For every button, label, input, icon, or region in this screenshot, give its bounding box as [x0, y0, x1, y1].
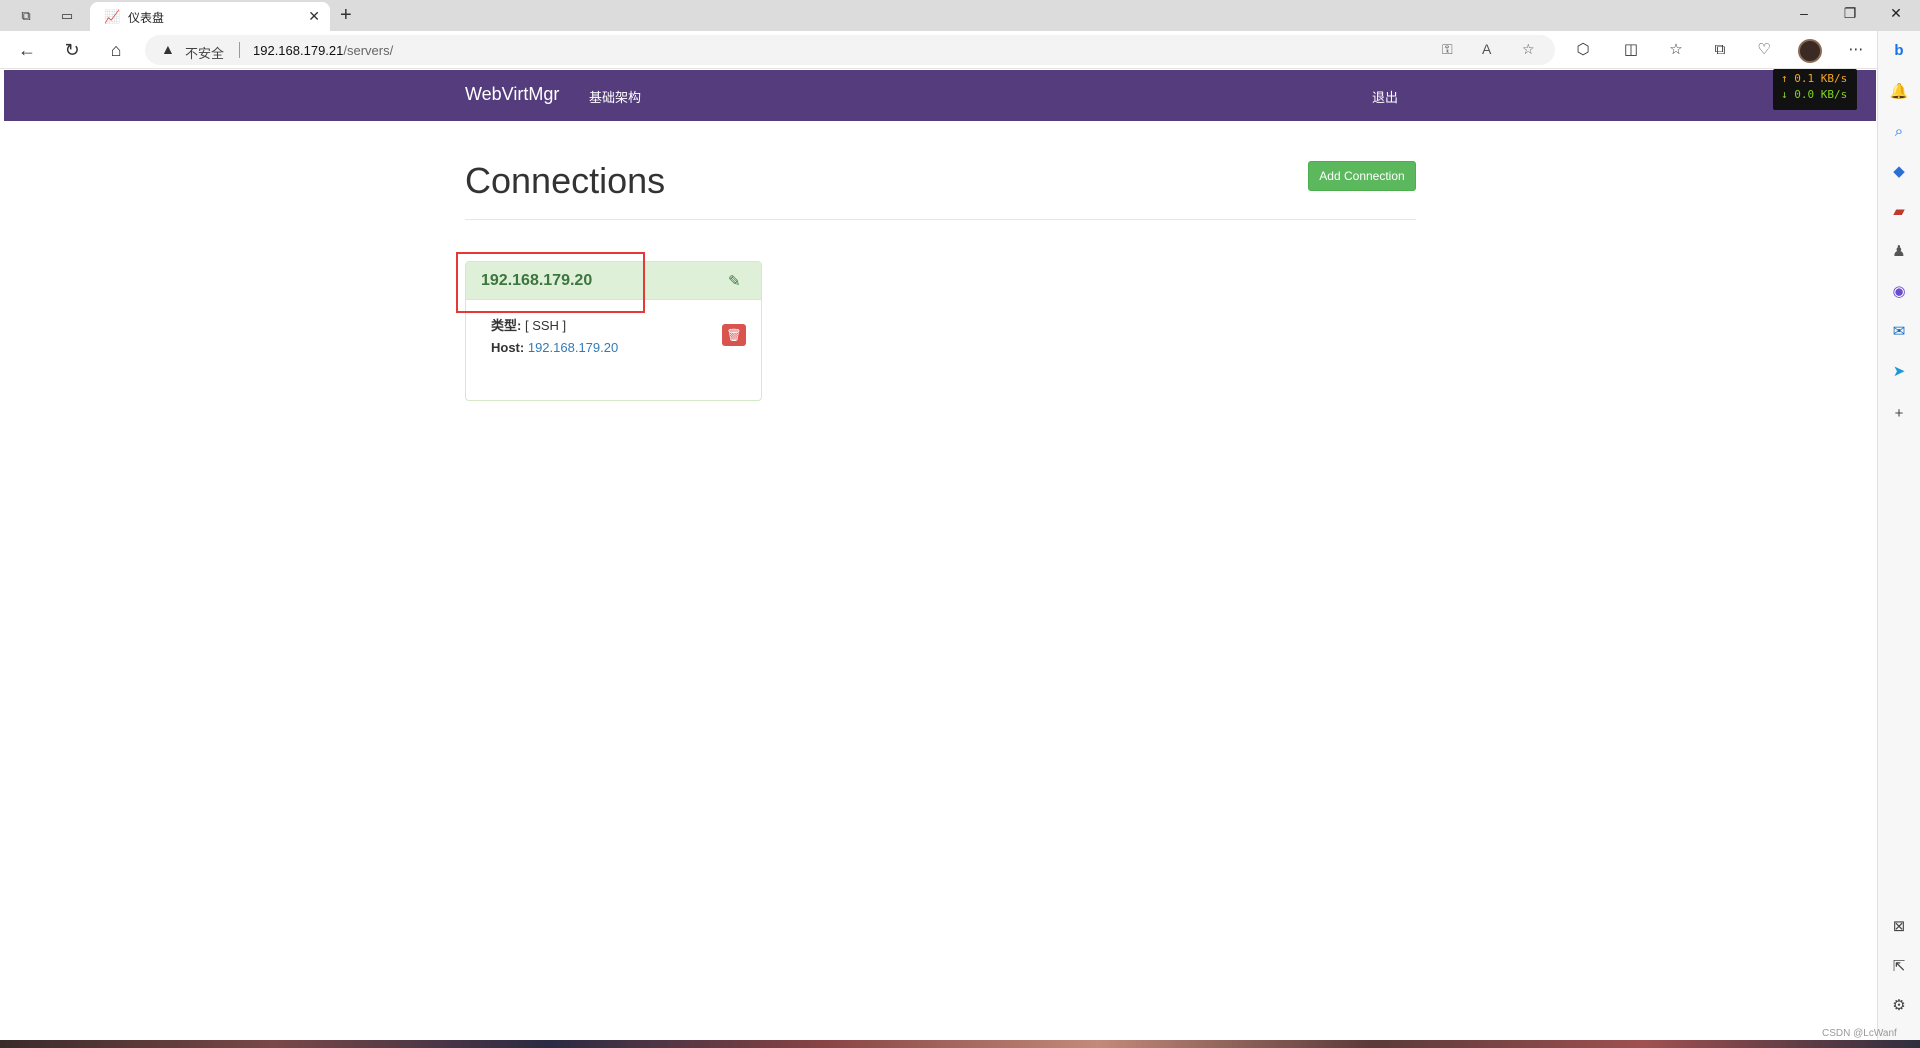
- browser-tab[interactable]: 📈 仪表盘 ✕: [90, 2, 330, 31]
- url-text[interactable]: 192.168.179.21/servers/: [253, 43, 393, 58]
- brand-link[interactable]: WebVirtMgr: [465, 84, 559, 105]
- web-page: WebVirtMgr 基础架构 退出 Connections Add Conne…: [4, 70, 1876, 1038]
- key-icon[interactable]: ⚿: [1442, 41, 1453, 58]
- send-icon[interactable]: ➤: [1888, 361, 1910, 383]
- games-icon[interactable]: ♟: [1888, 241, 1910, 263]
- network-speed-widget: ↑ 0.1 KB/s ↓ 0.0 KB/s: [1773, 69, 1857, 110]
- header-divider: [465, 219, 1416, 220]
- close-window-icon[interactable]: ✕: [1881, 5, 1911, 22]
- add-sidebar-app-icon[interactable]: +: [1888, 403, 1910, 425]
- edit-pencil-icon[interactable]: ✎: [728, 272, 748, 290]
- connection-type-row: 类型: [ SSH ]: [491, 315, 566, 334]
- extensions-icon[interactable]: ⬡: [1572, 40, 1594, 62]
- top-navbar: WebVirtMgr 基础架构 退出: [4, 70, 1876, 121]
- host-link[interactable]: 192.168.179.20: [528, 340, 618, 355]
- workspaces-icon[interactable]: ⧉: [17, 7, 35, 25]
- logout-link[interactable]: 退出: [1372, 87, 1398, 106]
- address-bar[interactable]: ▲ 不安全 192.168.179.21/servers/ ⚿ A ☆: [145, 35, 1555, 65]
- more-options-icon[interactable]: ⋯: [1845, 40, 1867, 62]
- tab-title: 仪表盘: [128, 11, 165, 25]
- notifications-icon[interactable]: 🔔: [1888, 81, 1910, 103]
- microsoft365-icon[interactable]: ◉: [1888, 281, 1910, 303]
- favorite-star-icon[interactable]: ☆: [1522, 41, 1535, 58]
- security-status[interactable]: 不安全: [185, 43, 224, 62]
- nav-infrastructure-link[interactable]: 基础架构: [589, 87, 641, 106]
- type-label: 类型:: [491, 318, 522, 333]
- open-external-icon[interactable]: ⇱: [1888, 956, 1910, 978]
- address-bar-row: ← ↻ ⌂ ▲ 不安全 192.168.179.21/servers/ ⚿ A …: [0, 31, 1920, 69]
- favorites-icon[interactable]: ☆: [1665, 40, 1687, 62]
- watermark: CSDN @LcWanf: [1822, 1028, 1897, 1039]
- delete-connection-button[interactable]: 🗑: [722, 324, 746, 346]
- connection-host-row: Host: 192.168.179.20: [491, 340, 618, 355]
- home-icon[interactable]: ⌂: [105, 40, 127, 62]
- page-title: Connections: [465, 160, 666, 201]
- warning-icon[interactable]: ▲: [161, 41, 175, 57]
- minimize-icon[interactable]: –: [1789, 5, 1819, 21]
- back-icon[interactable]: ←: [16, 40, 38, 62]
- restore-icon[interactable]: ❐: [1835, 5, 1865, 22]
- annotation-highlight-box: [456, 252, 645, 313]
- hide-sidebar-icon[interactable]: ⊠: [1888, 916, 1910, 938]
- reload-icon[interactable]: ↻: [61, 40, 83, 62]
- desktop-wallpaper-strip: [0, 1040, 1920, 1048]
- divider: [239, 42, 240, 58]
- type-value: [ SSH ]: [524, 318, 567, 333]
- add-connection-button[interactable]: Add Connection: [1308, 161, 1416, 191]
- read-aloud-icon[interactable]: A: [1482, 41, 1491, 57]
- tab-actions-icon[interactable]: ▭: [58, 7, 76, 25]
- outlook-icon[interactable]: ✉: [1888, 321, 1910, 343]
- edge-sidebar: b 🔔 ⌕ ◆ ▰ ♟ ◉ ✉ ➤ + ⊠ ⇱ ⚙: [1877, 31, 1920, 1041]
- shopping-icon[interactable]: ◆: [1888, 161, 1910, 183]
- host-label: Host:: [491, 340, 525, 355]
- browser-tab-bar: ⧉ ▭ 📈 仪表盘 ✕ + – ❐ ✕: [0, 0, 1920, 31]
- settings-gear-icon[interactable]: ⚙: [1888, 995, 1910, 1017]
- url-path: /servers/: [343, 43, 394, 58]
- split-screen-icon[interactable]: ◫: [1620, 40, 1642, 62]
- browser-essentials-icon[interactable]: ♡: [1753, 40, 1775, 62]
- search-icon[interactable]: ⌕: [1888, 121, 1910, 143]
- tools-icon[interactable]: ▰: [1888, 201, 1910, 223]
- copilot-icon[interactable]: b: [1888, 40, 1910, 62]
- dashboard-icon: 📈: [104, 9, 121, 24]
- download-speed: ↓ 0.0 KB/s: [1781, 88, 1848, 101]
- collections-icon[interactable]: ⧉: [1709, 40, 1731, 62]
- url-host: 192.168.179.21: [253, 43, 344, 58]
- trash-icon: 🗑: [726, 328, 742, 342]
- profile-avatar[interactable]: [1798, 39, 1822, 63]
- close-tab-icon[interactable]: ✕: [308, 8, 320, 25]
- new-tab-icon[interactable]: +: [340, 4, 352, 27]
- upload-speed: ↑ 0.1 KB/s: [1781, 72, 1848, 85]
